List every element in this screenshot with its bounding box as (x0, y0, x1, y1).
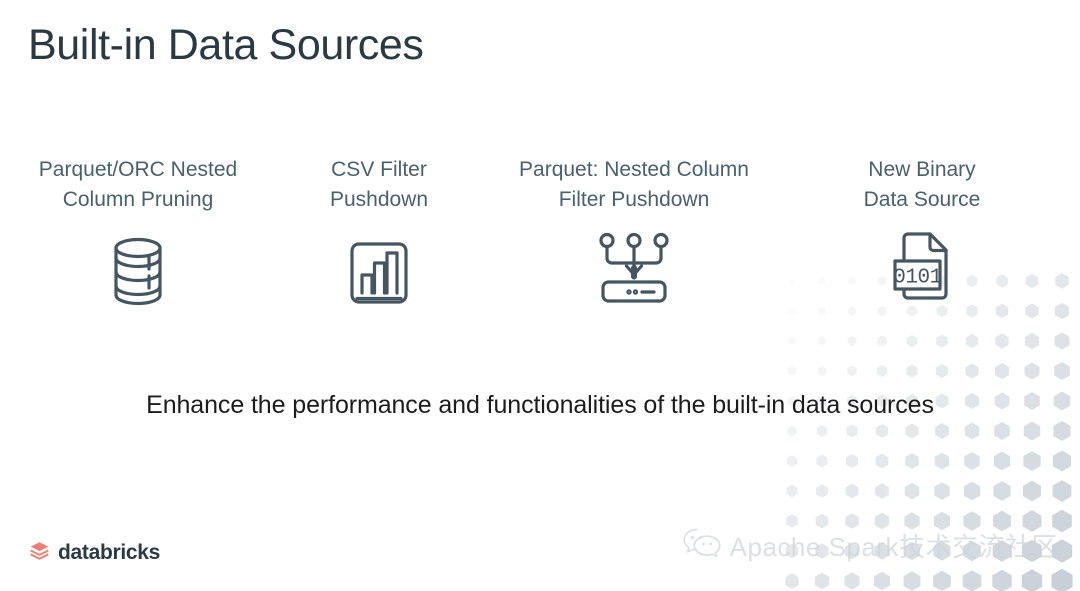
databricks-wordmark: databricks (58, 541, 161, 564)
feature-new-binary-data-source: New Binary Data Source 0101 (802, 155, 1042, 313)
feature-label: New Binary Data Source (863, 158, 981, 211)
wechat-community-watermark: Apache Spark技术交流社区 (682, 526, 1058, 565)
slide-caption: Enhance the performance and functionalit… (146, 391, 934, 419)
feature-parquet-nested-column-filter-pushdown: Parquet: Nested Column Filter Pushdown (484, 155, 784, 313)
feature-label: Parquet: Nested Column Filter Pushdown (519, 158, 749, 211)
feature-label: CSV Filter Pushdown (329, 158, 429, 211)
watermark-text: Apache Spark技术交流社区 (729, 532, 1058, 562)
feature-label: Parquet/ORC Nested Column Pruning (38, 158, 238, 211)
filter-pushdown-circuit-icon (596, 229, 672, 307)
databricks-brand: databricks (28, 539, 160, 567)
feature-columns: Parquet/ORC Nested Column Pruning CSV Fi… (0, 155, 1080, 313)
feature-csv-filter-pushdown: CSV Filter Pushdown (284, 155, 474, 313)
svg-text:0101: 0101 (893, 267, 941, 290)
bar-chart-icon (348, 235, 410, 313)
databricks-stack-logo (28, 539, 51, 567)
binary-file-icon: 0101 (890, 229, 954, 307)
wechat-icon (682, 526, 722, 565)
slide-canvas: Built-in Data Sources Parquet/ORC Nested… (0, 0, 1080, 591)
database-cylinder-icon (108, 233, 168, 311)
feature-parquet-orc-nested-column-pruning: Parquet/ORC Nested Column Pruning (0, 155, 276, 313)
page-title: Built-in Data Sources (28, 21, 424, 69)
